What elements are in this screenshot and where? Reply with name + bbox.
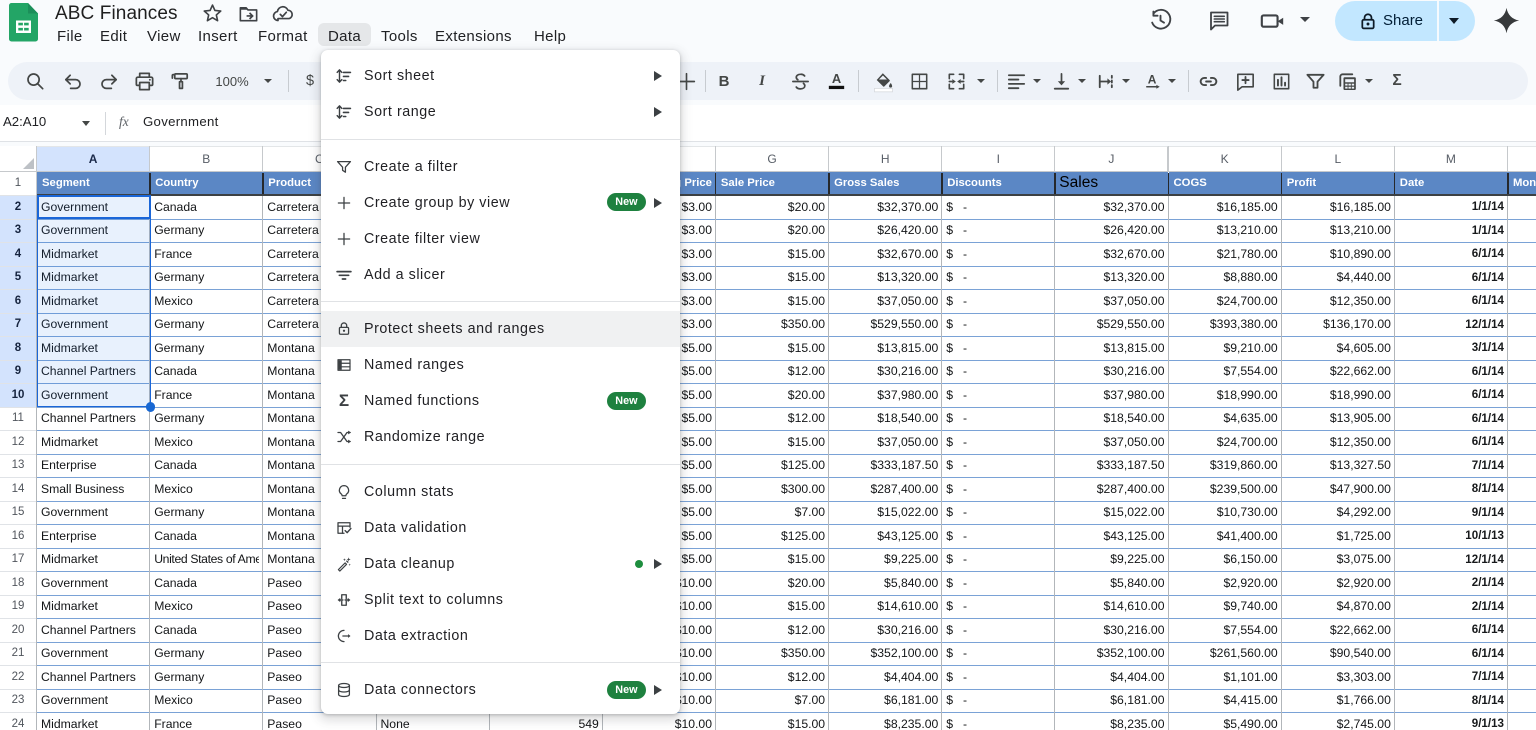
svg-text:A: A xyxy=(1147,72,1156,86)
svg-text:A: A xyxy=(831,70,840,85)
